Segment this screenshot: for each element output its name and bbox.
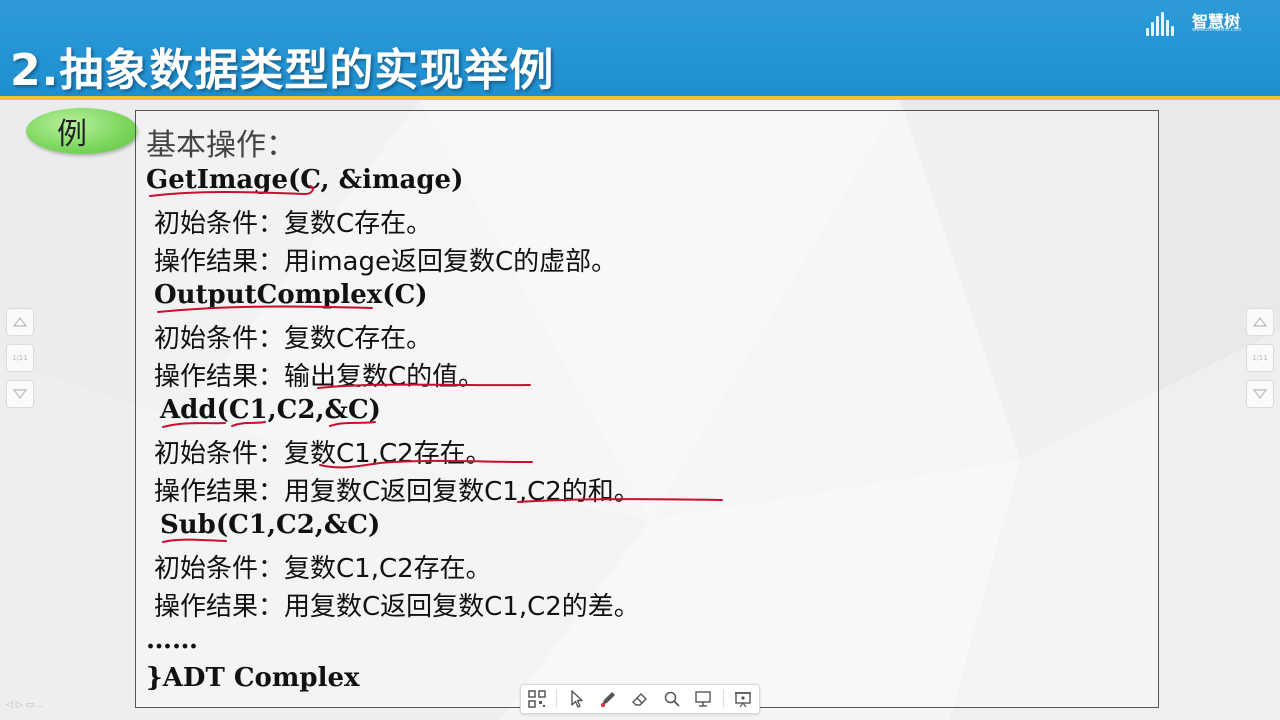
op-sub-signature: Sub(C1,C2,&C) xyxy=(160,510,381,540)
op-add-signature: Add(C1,C2,&C) xyxy=(160,395,381,425)
chevron-up-icon xyxy=(1253,317,1267,327)
prev-slide-button-left[interactable] xyxy=(6,308,34,336)
example-label: 例 xyxy=(57,117,87,152)
op-sub-precondition: 初始条件：复数C1,C2存在。 xyxy=(154,554,492,584)
screen-icon[interactable] xyxy=(691,687,715,711)
chevron-up-icon xyxy=(13,317,27,327)
op-add-result: 操作结果：用复数C返回复数C1,C2的和。 xyxy=(154,477,640,507)
prev-slide-button-right[interactable] xyxy=(1246,308,1274,336)
pen-icon[interactable] xyxy=(596,687,620,711)
op-getimage-signature: GetImage(C, &image) xyxy=(146,165,464,195)
example-badge: 例 xyxy=(26,108,138,154)
chevron-down-icon xyxy=(13,389,27,399)
ellipsis: …… xyxy=(146,625,198,655)
next-slide-button-right[interactable] xyxy=(1246,380,1274,408)
op-getimage-result: 操作结果：用image返回复数C的虚部。 xyxy=(154,247,618,277)
presentation-toolbar xyxy=(520,684,760,714)
op-sub-result: 操作结果：用复数C返回复数C1,C2的差。 xyxy=(154,592,640,622)
page-indicator-right: 1/11 xyxy=(1246,344,1274,372)
page-indicator-left: 1/11 xyxy=(6,344,34,372)
adt-closing: }ADT Complex xyxy=(146,663,360,693)
forward-arrow-icon[interactable]: ▷ xyxy=(16,700,23,710)
slide-title: 2.抽象数据类型的实现举例 xyxy=(10,45,555,96)
next-slide-button-left[interactable] xyxy=(6,380,34,408)
eraser-icon[interactable] xyxy=(628,687,652,711)
op-outputcomplex-result: 操作结果：输出复数C的值。 xyxy=(154,362,485,392)
qr-code-icon[interactable] xyxy=(525,687,549,711)
toolbar-separator xyxy=(556,690,558,708)
search-icon[interactable] xyxy=(660,687,684,711)
logo-url: www.zhihuishu.com xyxy=(1192,27,1242,33)
op-outputcomplex-precondition: 初始条件：复数C存在。 xyxy=(154,324,433,354)
pointer-icon[interactable] xyxy=(565,687,589,711)
back-arrow-icon[interactable]: ◁ xyxy=(6,700,13,710)
op-outputcomplex-signature: OutputComplex(C) xyxy=(154,280,428,310)
right-slide-nav: 1/11 xyxy=(1246,308,1274,418)
chevron-down-icon xyxy=(1253,389,1267,399)
more-icon[interactable]: ‥ xyxy=(37,700,43,710)
toolbar-separator xyxy=(722,690,724,708)
operations-heading: 基本操作： xyxy=(146,128,296,163)
menu-icon[interactable]: ▭ xyxy=(26,700,35,710)
present-icon[interactable] xyxy=(731,687,755,711)
op-getimage-precondition: 初始条件：复数C存在。 xyxy=(154,209,433,239)
bottom-left-controls: ◁ ▷ ▭ ‥ xyxy=(6,700,43,710)
left-slide-nav: 1/11 xyxy=(6,308,34,418)
op-add-precondition: 初始条件：复数C1,C2存在。 xyxy=(154,439,492,469)
